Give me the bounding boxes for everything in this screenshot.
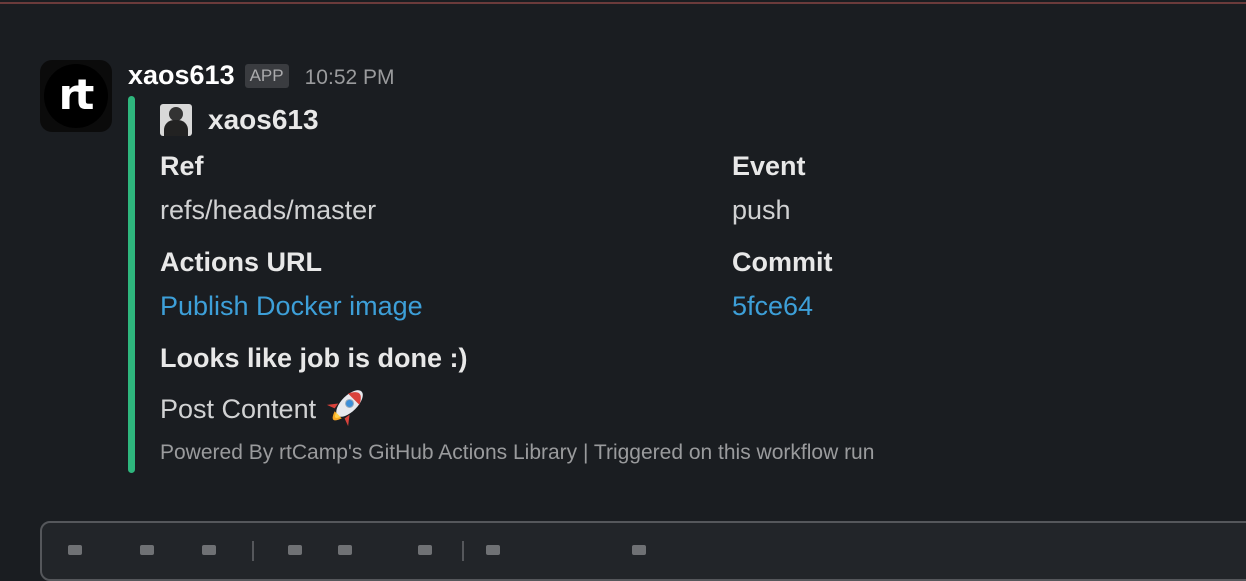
strikethrough-icon[interactable] (202, 545, 216, 555)
italic-icon[interactable] (140, 545, 154, 555)
bulleted-list-icon[interactable] (418, 545, 432, 555)
field-ref-value: refs/heads/master (160, 195, 377, 225)
code-block-icon[interactable] (632, 545, 646, 555)
blockquote-icon[interactable] (486, 545, 500, 555)
attachment-accent-bar (128, 96, 135, 473)
bold-icon[interactable] (68, 545, 82, 555)
timestamp[interactable]: 10:52 PM (305, 66, 395, 90)
field-ref-title: Ref (160, 151, 204, 181)
sender-name[interactable]: xaos613 (128, 60, 235, 91)
field-status-value: Post Content (160, 394, 317, 424)
field-status-value-row: Post Content (160, 386, 468, 428)
commit-link[interactable]: 5fce64 (732, 290, 833, 322)
toolbar-separator (252, 541, 254, 561)
field-event-title: Event (732, 151, 806, 181)
author-avatar-icon (160, 104, 192, 136)
link-icon[interactable] (288, 545, 302, 555)
app-badge: APP (244, 64, 289, 88)
attachment-footer: Powered By rtCamp's GitHub Actions Libra… (160, 441, 875, 464)
rocket-icon (327, 390, 363, 427)
field-event: Event push (732, 150, 806, 226)
field-commit: Commit 5fce64 (732, 246, 833, 322)
attachment: xaos613 Ref refs/heads/master Event push… (128, 96, 1128, 473)
actions-url-link[interactable]: Publish Docker image (160, 290, 423, 322)
ordered-list-icon[interactable] (338, 545, 352, 555)
field-event-value: push (732, 195, 791, 225)
field-ref: Ref refs/heads/master (160, 150, 376, 226)
field-actions-url: Actions URL Publish Docker image (160, 246, 423, 322)
avatar-logo: rt (44, 64, 108, 128)
toolbar-separator (462, 541, 464, 561)
message-header: xaos613 APP 10:52 PM (128, 60, 395, 94)
field-commit-title: Commit (732, 247, 833, 277)
top-divider (0, 0, 1246, 4)
attachment-author: xaos613 (160, 104, 319, 136)
field-actions-url-title: Actions URL (160, 247, 322, 277)
field-status: Looks like job is done :) Post Content (160, 342, 468, 428)
avatar[interactable]: rt (40, 60, 112, 132)
field-status-title: Looks like job is done :) (160, 343, 468, 373)
avatar-text: rt (58, 69, 95, 119)
author-name: xaos613 (208, 104, 319, 135)
message-composer[interactable] (40, 521, 1246, 581)
